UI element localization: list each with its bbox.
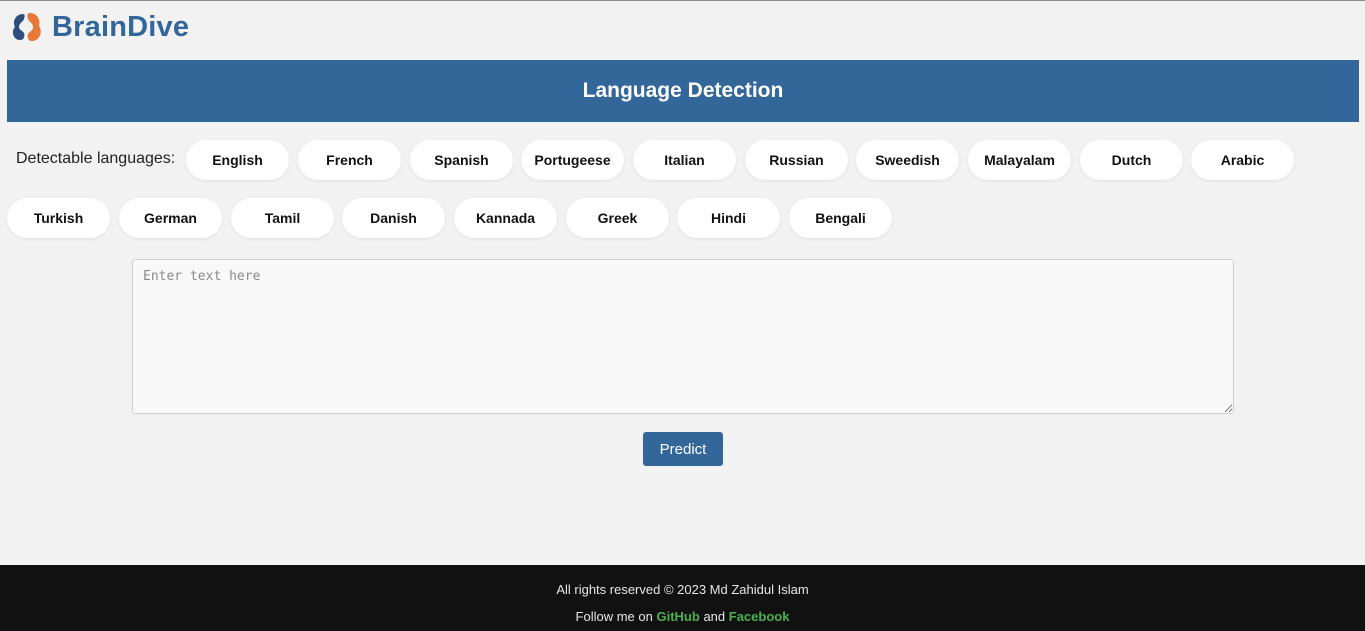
language-chip-malayalam: Malayalam <box>968 140 1071 180</box>
language-chip-italian: Italian <box>633 140 736 180</box>
language-chip-spanish: Spanish <box>410 140 513 180</box>
brain-logo-icon <box>12 13 41 41</box>
github-link[interactable]: GitHub <box>656 609 699 624</box>
language-chip-greek: Greek <box>566 198 669 238</box>
language-chip-hindi: Hindi <box>677 198 780 238</box>
footer-copyright: All rights reserved © 2023 Md Zahidul Is… <box>556 582 809 597</box>
text-input-wrapper <box>132 259 1234 414</box>
language-chip-german: German <box>119 198 222 238</box>
language-chip-dutch: Dutch <box>1080 140 1183 180</box>
text-input[interactable] <box>132 259 1234 414</box>
footer: All rights reserved © 2023 Md Zahidul Is… <box>0 565 1365 631</box>
predict-button[interactable]: Predict <box>643 432 723 466</box>
page-banner: Language Detection <box>7 60 1359 122</box>
language-chip-french: French <box>298 140 401 180</box>
language-chip-sweedish: Sweedish <box>856 140 959 180</box>
brand-logo[interactable]: BrainDive <box>8 9 189 45</box>
footer-follow-line: Follow me on GitHub and Facebook <box>0 609 1365 624</box>
brand-name: BrainDive <box>52 10 190 43</box>
language-chip-kannada: Kannada <box>454 198 557 238</box>
page-title: Language Detection <box>582 79 784 102</box>
language-chip-arabic: Arabic <box>1191 140 1294 180</box>
language-chip-turkish: Turkish <box>7 198 110 238</box>
language-chip-bengali: Bengali <box>789 198 892 238</box>
facebook-link[interactable]: Facebook <box>729 609 790 624</box>
language-chip-portugeese: Portugeese <box>521 140 624 180</box>
language-chip-russian: Russian <box>745 140 848 180</box>
footer-and: and <box>703 609 726 624</box>
language-chip-tamil: Tamil <box>231 198 334 238</box>
language-chip-danish: Danish <box>342 198 445 238</box>
language-chip-english: English <box>186 140 289 180</box>
detectable-languages-label: Detectable languages: <box>16 150 176 167</box>
footer-follow-prefix: Follow me on <box>575 609 653 624</box>
